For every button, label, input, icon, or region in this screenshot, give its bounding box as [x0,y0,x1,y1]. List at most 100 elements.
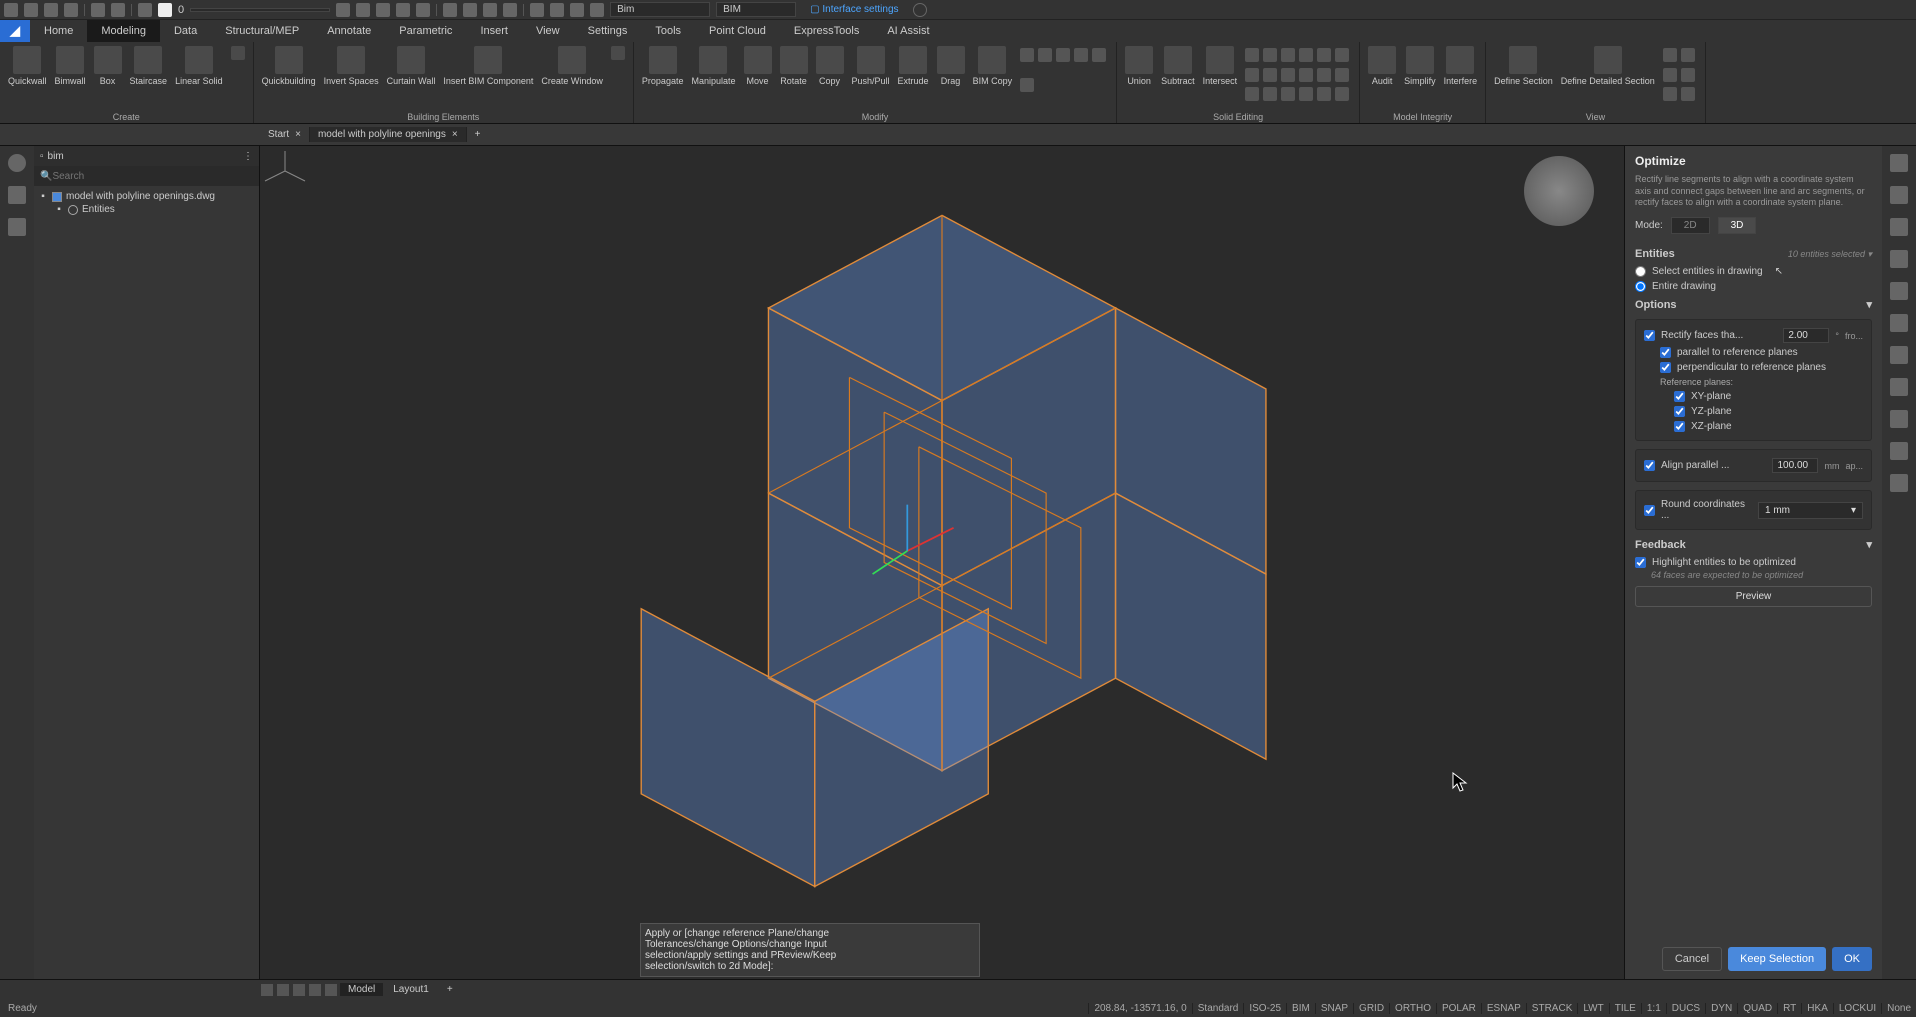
misc-icon[interactable] [1317,68,1331,82]
doc-tab-add[interactable]: + [467,127,489,142]
tool-more[interactable] [607,44,629,109]
menu-structural[interactable]: Structural/MEP [211,20,313,42]
structure-icon[interactable] [8,218,26,236]
status-cell[interactable]: STRACK [1526,1003,1578,1014]
misc-icon[interactable] [1056,48,1070,62]
xy-checkbox[interactable] [1674,391,1685,402]
radio-input[interactable] [1635,281,1646,292]
misc-icon[interactable] [1681,68,1695,82]
select-cursor-icon[interactable]: ↖ [1775,266,1783,277]
status-cell[interactable]: Standard [1192,1003,1244,1014]
redo-icon[interactable] [111,3,125,17]
misc-icon[interactable] [1245,68,1259,82]
keep-selection-button[interactable]: Keep Selection [1728,947,1826,971]
status-cell[interactable]: LOCKUI [1833,1003,1881,1014]
tool-misc[interactable] [227,44,249,109]
tool-bimwall[interactable]: Bimwall [51,44,90,109]
misc-icon[interactable] [1681,87,1695,101]
tool-icon[interactable] [416,3,430,17]
options-section[interactable]: Options ▾ [1635,294,1872,315]
status-cell[interactable]: SNAP [1315,1003,1353,1014]
status-cell[interactable]: None [1881,1003,1916,1014]
profile-dropdown[interactable]: Bim [610,2,710,17]
lightbulb-icon[interactable] [8,154,26,172]
undo-icon[interactable] [91,3,105,17]
status-cell[interactable]: LWT [1577,1003,1608,1014]
rail-icon[interactable] [1890,314,1908,332]
misc-icon[interactable] [1263,87,1277,101]
misc-icon[interactable] [1092,48,1106,62]
app-logo[interactable]: ◢ [0,20,30,42]
align-checkbox[interactable] [1644,460,1655,471]
status-cell[interactable]: ORTHO [1389,1003,1436,1014]
misc-icon[interactable] [1663,87,1677,101]
tool-manipulate[interactable]: Manipulate [687,44,739,109]
status-cell[interactable]: BIM [1286,1003,1315,1014]
tool-quickwall[interactable]: Quickwall [4,44,51,109]
menu-settings[interactable]: Settings [574,20,642,42]
tool-copy[interactable]: Copy [812,44,848,109]
menu-pointcloud[interactable]: Point Cloud [695,20,780,42]
tree-root[interactable]: ▪ model with polyline openings.dwg [38,190,255,203]
tool-pushpull[interactable]: Push/Pull [848,44,894,109]
list-icon[interactable] [325,984,337,996]
status-cell[interactable]: GRID [1353,1003,1389,1014]
rail-icon[interactable] [1890,282,1908,300]
tool-interfere[interactable]: Interfere [1440,44,1482,109]
menu-annotate[interactable]: Annotate [313,20,385,42]
close-icon[interactable]: × [452,129,458,140]
menu-modeling[interactable]: Modeling [87,20,160,42]
ok-button[interactable]: OK [1832,947,1872,971]
menu-parametric[interactable]: Parametric [385,20,466,42]
next-icon[interactable] [293,984,305,996]
home-icon[interactable] [8,186,26,204]
tool-quickbuilding[interactable]: Quickbuilding [258,44,320,109]
status-cell[interactable]: HKA [1801,1003,1833,1014]
first-icon[interactable] [261,984,273,996]
highlight-checkbox[interactable] [1635,557,1646,568]
misc-icon[interactable] [1263,68,1277,82]
cube-icon[interactable] [503,3,517,17]
tool-invertspaces[interactable]: Invert Spaces [320,44,383,109]
status-cell[interactable]: QUAD [1737,1003,1777,1014]
tool-icon[interactable] [336,3,350,17]
entities-count[interactable]: 10 entities selected ▾ [1788,249,1872,260]
misc-icon[interactable] [1020,78,1034,92]
rail-icon[interactable] [1890,442,1908,460]
mode-2d-button[interactable]: 2D [1671,217,1710,234]
cube-icon[interactable] [483,3,497,17]
axis-widget[interactable] [260,146,310,196]
tool-icon[interactable] [396,3,410,17]
doc-tab-start[interactable]: Start × [260,127,310,142]
misc-icon[interactable] [1317,87,1331,101]
tool-box[interactable]: Box [90,44,126,109]
last-icon[interactable] [309,984,321,996]
misc-icon[interactable] [1020,48,1034,62]
rail-icon[interactable] [1890,186,1908,204]
rectify-checkbox[interactable] [1644,330,1655,341]
xz-checkbox[interactable] [1674,421,1685,432]
view-cube[interactable] [1524,156,1594,226]
yz-checkbox[interactable] [1674,406,1685,417]
tool-icon[interactable] [356,3,370,17]
save-icon[interactable] [64,3,78,17]
app-icon[interactable] [4,3,18,17]
misc-icon[interactable] [1335,87,1349,101]
layout-tab-model[interactable]: Model [340,983,383,996]
cube-icon[interactable] [463,3,477,17]
rail-icon[interactable] [1890,346,1908,364]
rail-icon[interactable] [1890,410,1908,428]
misc-icon[interactable] [1335,48,1349,62]
radio-select-in-drawing[interactable]: Select entities in drawing ↖ [1635,264,1872,279]
tool-staircase[interactable]: Staircase [126,44,172,109]
misc-icon[interactable] [1299,48,1313,62]
3d-viewport[interactable]: Apply or [change reference Plane/change … [260,146,1624,979]
tool-simplify[interactable]: Simplify [1400,44,1440,109]
parallel-checkbox[interactable] [1660,347,1671,358]
layer-dropdown[interactable] [190,8,330,12]
preview-button[interactable]: Preview [1635,586,1872,607]
menu-home[interactable]: Home [30,20,87,42]
status-cell[interactable]: TILE [1609,1003,1641,1014]
tool-definesection[interactable]: Define Section [1490,44,1557,109]
align-value-input[interactable] [1772,458,1818,473]
